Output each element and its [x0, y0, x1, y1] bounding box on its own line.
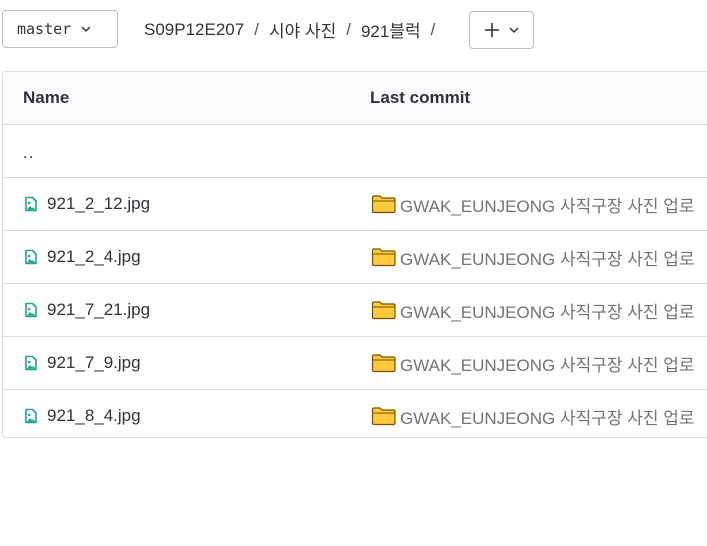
commit-message: GWAK_EUNJEONG 사직구장 사진 업로	[400, 302, 695, 322]
breadcrumb-item-subfolder[interactable]: 921블럭	[361, 17, 421, 42]
folder-emoji-icon	[371, 194, 397, 214]
file-link[interactable]: 921_8_4.jpg	[23, 390, 141, 437]
table-row: 921_2_12.jpg GWAK_EUNJEONG 사직구장 사진 업로	[3, 178, 707, 231]
last-commit-link[interactable]: GWAK_EUNJEONG 사직구장 사진 업로	[371, 231, 695, 283]
file-link[interactable]: 921_7_21.jpg	[23, 284, 150, 336]
image-file-icon	[23, 196, 39, 212]
breadcrumb-separator: /	[430, 19, 436, 39]
folder-emoji-icon	[371, 353, 397, 373]
repository-toolbar: master S09P12E207 / 시야 사진 / 921블럭 /	[0, 0, 707, 60]
last-commit-link[interactable]: GWAK_EUNJEONG 사직구장 사진 업로	[371, 337, 695, 389]
table-header: Name Last commit	[3, 72, 707, 125]
file-link[interactable]: 921_2_4.jpg	[23, 231, 141, 283]
file-link[interactable]: 921_7_9.jpg	[23, 337, 141, 389]
file-name: 921_2_4.jpg	[47, 247, 141, 266]
column-header-last-commit: Last commit	[370, 88, 471, 107]
file-tree-table: Name Last commit .. 921_2_12.jpg GWAK_EUN…	[2, 71, 707, 438]
table-body: .. 921_2_12.jpg GWAK_EUNJEONG 사직구장 사진 업로 9…	[3, 125, 707, 437]
commit-message: GWAK_EUNJEONG 사직구장 사진 업로	[400, 249, 695, 269]
last-commit-link[interactable]: GWAK_EUNJEONG 사직구장 사진 업로	[371, 390, 695, 437]
commit-message: GWAK_EUNJEONG 사직구장 사진 업로	[400, 408, 695, 428]
parent-directory-link[interactable]: ..	[23, 125, 34, 179]
breadcrumb-item-folder[interactable]: 시야 사진	[269, 17, 336, 42]
last-commit-link[interactable]: GWAK_EUNJEONG 사직구장 사진 업로	[371, 178, 695, 230]
file-name: 921_7_21.jpg	[47, 300, 151, 319]
breadcrumb-separator: /	[346, 19, 351, 39]
chevron-down-icon	[508, 24, 520, 36]
last-commit-link[interactable]: GWAK_EUNJEONG 사직구장 사진 업로	[371, 284, 695, 336]
folder-emoji-icon	[371, 300, 397, 320]
table-row: 921_8_4.jpg GWAK_EUNJEONG 사직구장 사진 업로	[3, 390, 707, 437]
table-row: 921_7_9.jpg GWAK_EUNJEONG 사직구장 사진 업로	[3, 337, 707, 390]
file-name: 921_7_9.jpg	[47, 353, 141, 372]
parent-directory-row[interactable]: ..	[3, 125, 707, 178]
image-file-icon	[23, 355, 39, 371]
image-file-icon	[23, 302, 39, 318]
chevron-down-icon	[80, 23, 92, 35]
plus-icon	[484, 22, 500, 38]
column-header-name: Name	[23, 88, 70, 107]
file-link[interactable]: 921_2_12.jpg	[23, 178, 150, 230]
commit-message: GWAK_EUNJEONG 사직구장 사진 업로	[400, 196, 695, 216]
table-row: 921_2_4.jpg GWAK_EUNJEONG 사직구장 사진 업로	[3, 231, 707, 284]
breadcrumb: S09P12E207 / 시야 사진 / 921블럭 /	[144, 17, 445, 42]
file-name: 921_8_4.jpg	[47, 406, 141, 425]
commit-message: GWAK_EUNJEONG 사직구장 사진 업로	[400, 355, 695, 375]
image-file-icon	[23, 408, 39, 424]
breadcrumb-separator: /	[254, 19, 259, 39]
branch-name: master	[17, 20, 72, 38]
breadcrumb-item-project[interactable]: S09P12E207	[144, 20, 244, 40]
branch-selector-button[interactable]: master	[2, 10, 118, 48]
table-row: 921_7_21.jpg GWAK_EUNJEONG 사직구장 사진 업로	[3, 284, 707, 337]
add-to-tree-button[interactable]	[469, 11, 534, 49]
file-name: 921_2_12.jpg	[47, 194, 151, 213]
folder-emoji-icon	[371, 247, 397, 267]
folder-emoji-icon	[371, 406, 397, 426]
image-file-icon	[23, 249, 39, 265]
